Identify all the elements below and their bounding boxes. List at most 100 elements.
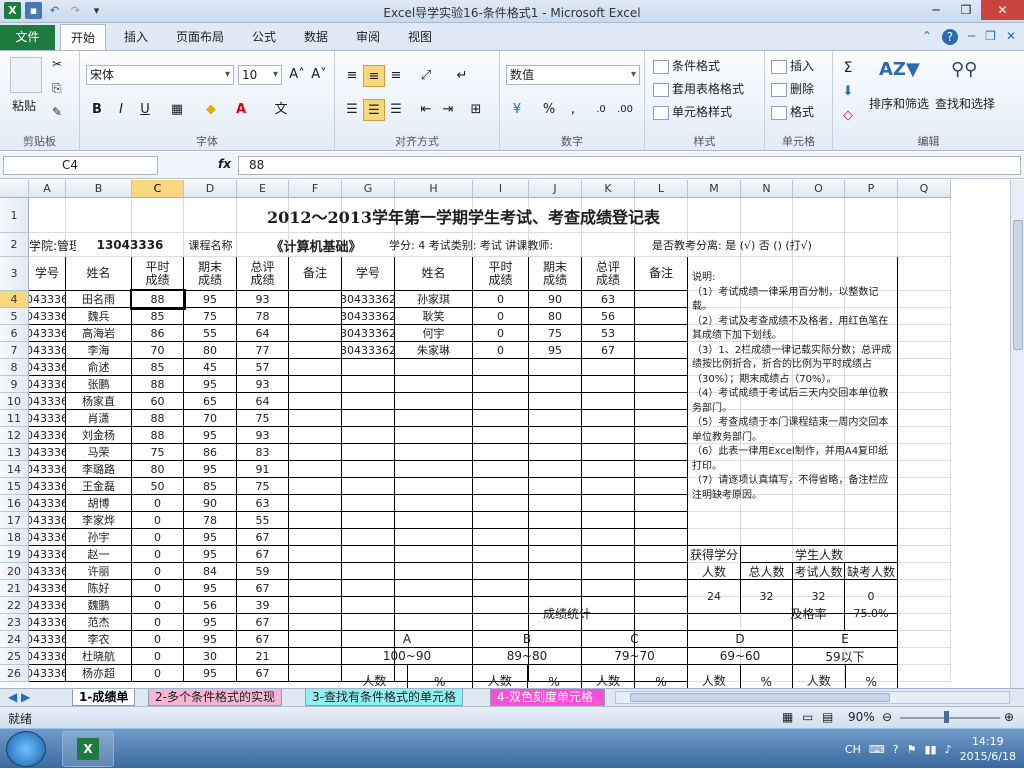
table-cell[interactable]: 0 xyxy=(473,342,529,359)
table-cell[interactable] xyxy=(582,427,635,444)
row-header-18[interactable]: 18 xyxy=(0,529,29,546)
table-cell[interactable]: 88 xyxy=(132,376,184,393)
table-cell[interactable]: 78 xyxy=(184,512,237,529)
table-cell[interactable]: 67 xyxy=(237,580,289,597)
binoculars-icon[interactable]: ⚲⚲ xyxy=(951,59,977,80)
grid-cell[interactable] xyxy=(898,614,951,631)
table-cell[interactable]: 1304333616 xyxy=(29,546,66,563)
table-cell[interactable]: 杨家直 xyxy=(66,393,132,410)
table-cell[interactable]: 1304333603 xyxy=(29,325,66,342)
flag-icon[interactable]: ⚑ xyxy=(907,743,917,756)
table-cell[interactable]: 39 xyxy=(237,597,289,614)
page-layout-view-icon[interactable]: ▭ xyxy=(802,710,813,724)
tab-file[interactable]: 文件 xyxy=(0,25,55,50)
table-cell[interactable]: 肖潇 xyxy=(66,410,132,427)
fill-color-icon[interactable]: ◆ xyxy=(200,99,222,121)
increase-indent-icon[interactable]: ⇥ xyxy=(437,99,459,121)
font-name-select[interactable]: 宋体 xyxy=(86,65,234,85)
table-cell[interactable]: 李家烨 xyxy=(66,512,132,529)
sheet-nav-icon[interactable]: ◀ ▶ xyxy=(2,689,36,706)
table-cell[interactable] xyxy=(289,495,342,512)
font-color-icon[interactable]: A xyxy=(230,99,252,121)
page-break-view-icon[interactable]: ▤ xyxy=(822,710,833,724)
table-cell[interactable]: 63 xyxy=(237,495,289,512)
grid-cell[interactable] xyxy=(898,376,951,393)
table-cell[interactable]: 1304333610 xyxy=(29,444,66,461)
table-cell[interactable] xyxy=(342,393,395,410)
table-cell[interactable] xyxy=(395,563,473,580)
grid-cell[interactable] xyxy=(898,233,951,257)
table-cell[interactable]: 55 xyxy=(237,512,289,529)
table-cell[interactable]: 李海 xyxy=(66,342,132,359)
table-cell[interactable]: 0 xyxy=(132,580,184,597)
table-cell[interactable] xyxy=(395,478,473,495)
underline-icon[interactable]: U xyxy=(134,99,156,121)
table-cell[interactable] xyxy=(582,563,635,580)
table-cell[interactable]: 55 xyxy=(184,325,237,342)
help-icon[interactable]: ? xyxy=(941,29,958,45)
keyboard-icon[interactable]: ⌨ xyxy=(869,743,885,756)
table-cell[interactable] xyxy=(342,427,395,444)
table-cell[interactable]: 张鹏 xyxy=(66,376,132,393)
table-cell[interactable]: 67 xyxy=(237,529,289,546)
table-cell[interactable]: 67 xyxy=(237,546,289,563)
table-cell[interactable]: 1304333620 xyxy=(29,614,66,631)
table-cell[interactable]: 0 xyxy=(132,529,184,546)
grid-cell[interactable] xyxy=(898,563,951,580)
grid-cell[interactable] xyxy=(898,359,951,376)
table-cell[interactable]: 57 xyxy=(237,359,289,376)
row-header-16[interactable]: 16 xyxy=(0,495,29,512)
table-cell[interactable] xyxy=(473,376,529,393)
table-cell[interactable] xyxy=(395,580,473,597)
table-cell[interactable] xyxy=(529,393,582,410)
table-cell[interactable]: 75 xyxy=(237,478,289,495)
table-cell[interactable]: 李农 xyxy=(66,631,132,648)
table-cell[interactable]: 0 xyxy=(473,325,529,342)
find-select-button[interactable]: 查找和选择 xyxy=(935,95,995,112)
table-cell[interactable]: 0 xyxy=(132,512,184,529)
table-cell[interactable]: 1304333615 xyxy=(29,529,66,546)
table-cell[interactable]: 56 xyxy=(582,308,635,325)
table-cell[interactable] xyxy=(342,563,395,580)
table-cell[interactable] xyxy=(342,359,395,376)
zoom-out-icon[interactable]: ⊖ xyxy=(882,710,892,724)
table-cell[interactable] xyxy=(529,376,582,393)
table-cell[interactable] xyxy=(289,665,342,682)
grid-cell[interactable] xyxy=(898,529,951,546)
comma-icon[interactable]: , xyxy=(562,99,584,121)
sheet-tab-3[interactable]: 3-查找有条件格式的单元格 xyxy=(305,689,463,706)
table-cell[interactable] xyxy=(582,376,635,393)
grow-font-icon[interactable]: A˄ xyxy=(286,64,308,86)
align-left-icon[interactable]: ☰ xyxy=(341,99,363,121)
column-header-M[interactable]: M xyxy=(688,180,741,198)
insert-function-icon[interactable]: fx xyxy=(218,157,231,171)
column-header-N[interactable]: N xyxy=(741,180,793,198)
table-cell[interactable]: 83 xyxy=(237,444,289,461)
grid-cell[interactable] xyxy=(898,461,951,478)
table-cell[interactable]: 魏鹏 xyxy=(66,597,132,614)
workbook-minimize-button[interactable]: ─ xyxy=(968,29,975,45)
table-cell[interactable] xyxy=(635,393,688,410)
table-cell[interactable]: 1304333604 xyxy=(29,342,66,359)
table-cell[interactable]: 1304333623 xyxy=(29,665,66,682)
table-cell[interactable] xyxy=(342,376,395,393)
table-cell[interactable] xyxy=(635,359,688,376)
table-cell[interactable] xyxy=(289,359,342,376)
table-cell[interactable] xyxy=(582,444,635,461)
column-header-K[interactable]: K xyxy=(582,180,635,198)
table-cell[interactable] xyxy=(395,410,473,427)
help-tray-icon[interactable]: ? xyxy=(893,743,899,756)
column-header-C[interactable]: C xyxy=(132,180,184,198)
table-cell[interactable] xyxy=(529,461,582,478)
zoom-slider-thumb[interactable] xyxy=(944,711,949,723)
table-cell[interactable]: 88 xyxy=(132,410,184,427)
bold-icon[interactable]: B xyxy=(86,99,108,121)
grid-cell[interactable] xyxy=(898,427,951,444)
row-header-21[interactable]: 21 xyxy=(0,580,29,597)
grid-cell[interactable] xyxy=(898,410,951,427)
insert-cells-button[interactable]: 插入 xyxy=(771,57,814,74)
table-cell[interactable] xyxy=(582,529,635,546)
table-cell[interactable]: 75 xyxy=(529,325,582,342)
normal-view-icon[interactable]: ▦ xyxy=(782,710,793,724)
select-all-corner[interactable] xyxy=(0,180,29,198)
